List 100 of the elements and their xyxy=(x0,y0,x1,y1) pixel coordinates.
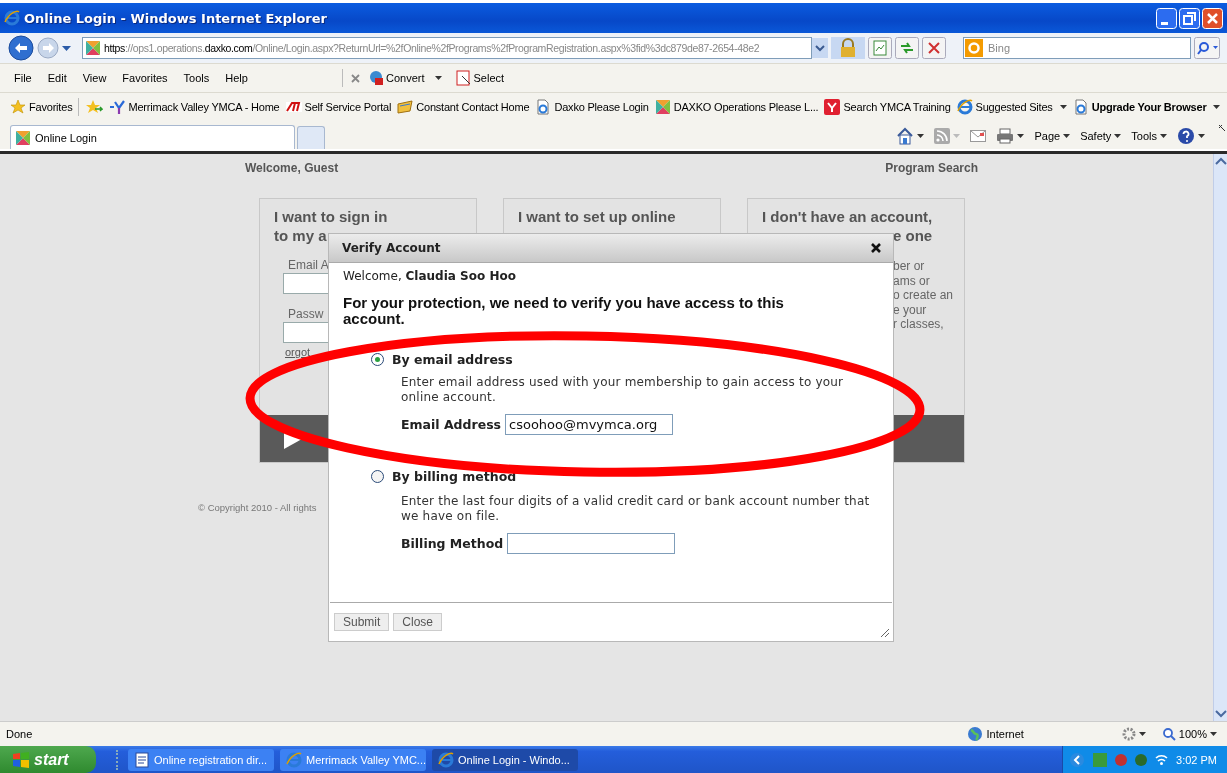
input-field[interactable] xyxy=(507,533,676,554)
favorite-link[interactable]: Search YMCA Training xyxy=(824,99,951,115)
minimize-button[interactable] xyxy=(1156,7,1177,29)
radio-button[interactable] xyxy=(371,353,384,366)
refresh-button[interactable] xyxy=(895,37,919,59)
close-button[interactable] xyxy=(1202,7,1223,29)
printer-icon xyxy=(996,128,1015,144)
close-toolbar-icon[interactable] xyxy=(351,73,360,83)
radio-option[interactable]: By billing method xyxy=(371,469,517,484)
caret-icon[interactable] xyxy=(62,45,71,51)
menu-item[interactable]: File xyxy=(14,72,32,84)
welcome-text: Welcome, Claudia Soo Hoo xyxy=(343,269,517,283)
home-button[interactable] xyxy=(896,127,925,145)
url-text: https://ops1.operations.daxko.com/Online/Login.aspx?ReturnUrl=%2fOnline%2fPrograms%2fProgramRegistration.aspx%3fid%3dc879de87-2654-48e2 xyxy=(104,42,760,54)
help-icon xyxy=(1177,127,1195,145)
close-icon[interactable] xyxy=(871,243,881,253)
favorite-link[interactable]: Upgrade Your Browser xyxy=(1072,99,1221,115)
clock: 3:02 PM xyxy=(1176,753,1217,766)
caret-icon[interactable] xyxy=(1213,105,1221,109)
option-description: Enter the last four digits of a valid credit card or bank account number that we have on file. xyxy=(401,494,871,524)
favorite-link[interactable]: DAXKO Operations Please L... xyxy=(654,99,819,115)
back-button[interactable] xyxy=(8,35,34,61)
print-button[interactable] xyxy=(996,128,1025,144)
favorite-link[interactable]: Suggested Sites xyxy=(956,99,1067,115)
favorite-link[interactable]: Daxko Please Login xyxy=(535,99,649,115)
envelope-icon xyxy=(397,99,414,115)
menu-item[interactable]: Tools xyxy=(183,72,210,84)
caret-icon[interactable] xyxy=(1114,134,1122,138)
add-favorite-icon[interactable] xyxy=(85,99,104,115)
caret-icon[interactable] xyxy=(1160,134,1167,138)
protected-mode-button[interactable] xyxy=(1121,727,1146,741)
caret-icon[interactable] xyxy=(1138,732,1146,736)
card-text: o create an xyxy=(893,288,954,303)
stop-button[interactable] xyxy=(922,37,946,59)
scroll-up-icon[interactable] xyxy=(1214,157,1227,165)
taskbar-button[interactable]: Online Login - Windo... xyxy=(432,748,578,771)
home-icon xyxy=(896,127,915,145)
card-title: I don't have an account, xyxy=(762,207,933,226)
pdf-globe-icon xyxy=(368,70,384,86)
dialog-button[interactable]: Close xyxy=(393,613,443,631)
search-button[interactable] xyxy=(1194,37,1220,59)
magnifier-icon xyxy=(1161,727,1176,741)
field-label: Email A xyxy=(288,258,329,272)
browser-tab[interactable]: Online Login xyxy=(10,125,295,149)
favorite-link[interactable]: Merrimack Valley YMCA - Home xyxy=(109,99,280,115)
overflow-icon[interactable] xyxy=(1219,125,1225,131)
menu-item[interactable]: Help xyxy=(225,72,248,84)
menu-item[interactable]: Favorites xyxy=(122,72,168,84)
option-description: Enter email address used with your membership to gain access to your online account. xyxy=(401,375,845,405)
program-search-link[interactable]: Program Search xyxy=(885,161,978,175)
browser-logo-icon xyxy=(956,99,973,115)
resize-grip-icon[interactable] xyxy=(880,628,890,638)
card-text: ber or xyxy=(893,259,925,274)
card-text: r classes, xyxy=(893,317,944,332)
dropdown-button[interactable] xyxy=(812,38,828,58)
address-field[interactable]: https://ops1.operations.daxko.com/Online/Login.aspx?ReturnUrl=%2fOnline%2fPrograms%2fProgramRegistration.aspx%3fid%3dc879de87-2654-48e2 xyxy=(82,37,812,59)
ymca-logo-icon xyxy=(824,99,841,115)
taskbar-button[interactable]: Merrimack Valley YMC... xyxy=(280,748,426,771)
card-title: to my a xyxy=(274,226,327,245)
radio-button[interactable] xyxy=(371,470,384,483)
start-button[interactable]: start xyxy=(0,746,96,773)
caret-icon[interactable] xyxy=(917,134,925,138)
card-title: I want to set up online xyxy=(518,207,676,226)
zoom-button[interactable]: 100% xyxy=(1161,727,1217,741)
search-field[interactable]: Bing xyxy=(963,37,1191,59)
site-icon xyxy=(15,129,31,146)
status-text: Done xyxy=(6,728,33,740)
restore-button[interactable] xyxy=(1179,7,1200,29)
favorite-link[interactable]: Constant Contact Home xyxy=(397,99,530,115)
forgot-link[interactable]: orgot xyxy=(285,346,311,358)
command-menu[interactable]: Safety xyxy=(1080,130,1122,142)
caret-icon[interactable] xyxy=(1059,105,1067,109)
bing-logo-icon xyxy=(965,39,983,57)
caret-icon[interactable] xyxy=(434,76,442,80)
help-button[interactable] xyxy=(1177,127,1205,145)
favorites-button[interactable]: Favorites xyxy=(10,99,73,115)
radio-option[interactable]: By email address xyxy=(371,352,513,367)
caret-icon[interactable] xyxy=(1063,134,1071,138)
select-button[interactable]: Select xyxy=(455,70,505,86)
web-page-icon xyxy=(535,99,552,115)
caret-icon[interactable] xyxy=(1210,732,1217,736)
scrollbar[interactable] xyxy=(1213,154,1227,721)
caret-icon[interactable] xyxy=(1017,134,1025,138)
command-menu[interactable]: Tools xyxy=(1131,130,1167,142)
wifi-icon[interactable] xyxy=(1155,754,1169,765)
lock-icon[interactable] xyxy=(831,37,865,59)
favorite-link[interactable]: Self Service Portal xyxy=(285,99,392,115)
caret-icon[interactable] xyxy=(1198,134,1205,138)
input-field[interactable]: csoohoo@mvymca.org xyxy=(505,414,673,435)
convert-button[interactable]: Convert xyxy=(368,70,442,86)
card-title: e one xyxy=(893,226,933,245)
taskbar-button[interactable]: Online registration dir... xyxy=(128,748,274,771)
command-menu[interactable]: Page xyxy=(1034,130,1071,142)
copyright-text: © Copyright 2010 - All rights xyxy=(198,502,317,513)
show-hidden-icons-button[interactable] xyxy=(1069,751,1086,768)
menu-item[interactable]: Edit xyxy=(47,72,67,84)
mail-icon[interactable] xyxy=(970,130,987,142)
menu-item[interactable]: View xyxy=(82,72,107,84)
dialog-button[interactable]: Submit xyxy=(334,613,390,631)
scroll-down-icon[interactable] xyxy=(1214,710,1227,718)
